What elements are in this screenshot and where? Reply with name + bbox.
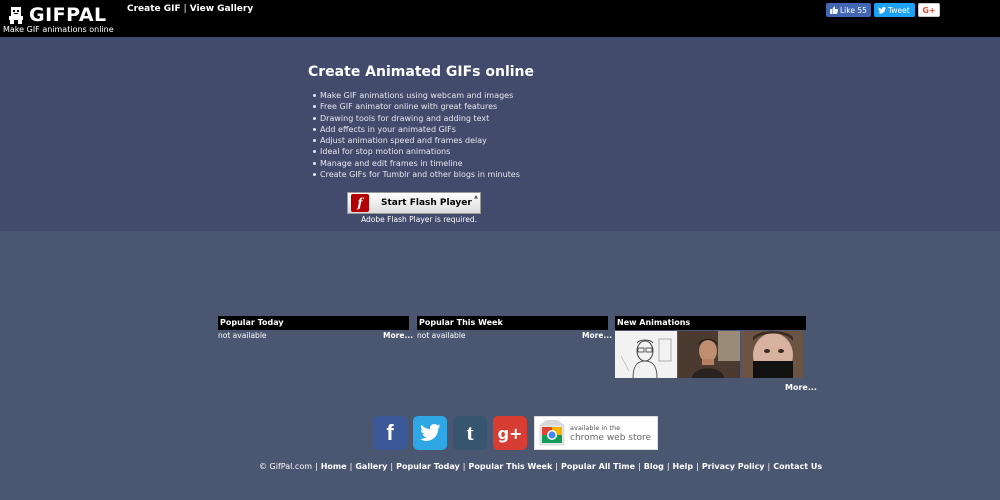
chrome-web-store-icon xyxy=(539,420,565,446)
webcam-photo-image xyxy=(678,331,740,378)
feature-item: Manage and edit frames in timeline xyxy=(313,158,520,169)
flash-corner-arrow-icon: ▲ xyxy=(474,194,478,200)
header-bar: GIFPAL Make GIF animations online Create… xyxy=(0,0,1000,37)
site-tagline: Make GIF animations online xyxy=(3,25,114,34)
chrome-store-text: available in the chrome web store xyxy=(570,423,651,443)
new-animations-panel: New Animations xyxy=(615,316,806,378)
chrome-store-line1: available in the xyxy=(570,424,621,432)
feature-item: Ideal for stop motion animations xyxy=(313,146,520,157)
feature-item: Create GIFs for Tumblr and other blogs i… xyxy=(313,169,520,180)
facebook-like-icon xyxy=(830,6,838,14)
footer-link-contact-us[interactable]: Contact Us xyxy=(773,462,822,471)
social-follow-icons: f t g+ available in the chrome web store xyxy=(373,416,658,450)
popular-today-panel: Popular Today not available More... xyxy=(218,316,413,342)
panel-title: New Animations xyxy=(615,316,806,330)
footer-link-help[interactable]: Help xyxy=(673,462,694,471)
sketch-portrait-image xyxy=(615,331,677,378)
panel-status: not available xyxy=(417,331,466,340)
like-label: Like 55 xyxy=(840,5,867,15)
hero-title: Create Animated GIFs online xyxy=(308,64,535,80)
footer-separator: | xyxy=(666,462,670,471)
feature-item: Make GIF animations using webcam and ima… xyxy=(313,90,520,101)
panel-title: Popular Today xyxy=(218,316,409,330)
feature-list: Make GIF animations using webcam and ima… xyxy=(313,90,520,180)
panel-body: not available More... xyxy=(218,330,413,342)
nav-separator: | xyxy=(183,4,187,14)
footer-separator: | xyxy=(462,462,466,471)
footer-separator: | xyxy=(390,462,394,471)
animation-thumbnail[interactable] xyxy=(741,331,803,378)
more-link[interactable]: More... xyxy=(582,330,612,342)
chrome-store-line2: chrome web store xyxy=(570,433,652,443)
hero-section: Create Animated GIFs online Make GIF ani… xyxy=(0,37,1000,231)
tweet-label: Tweet xyxy=(888,5,910,15)
social-share-buttons: Like 55 Tweet G+ xyxy=(826,3,940,17)
feature-item: Drawing tools for drawing and adding tex… xyxy=(313,113,520,124)
footer-link-popular-all-time[interactable]: Popular All Time xyxy=(561,462,635,471)
panel-status: not available xyxy=(218,331,267,340)
footer-separator: | xyxy=(767,462,771,471)
animation-thumbnails xyxy=(615,331,806,378)
gifpal-logo-icon xyxy=(9,7,23,24)
footer-link-privacy-policy[interactable]: Privacy Policy xyxy=(702,462,765,471)
logo-text: GIFPAL xyxy=(29,4,107,26)
tumblr-icon[interactable]: t xyxy=(453,416,487,450)
panel-title: Popular This Week xyxy=(417,316,608,330)
footer-separator: | xyxy=(696,462,699,471)
tweet-button[interactable]: Tweet xyxy=(874,3,915,17)
facebook-icon[interactable]: f xyxy=(373,416,407,450)
footer-link-blog[interactable]: Blog xyxy=(644,462,664,471)
nav-view-gallery[interactable]: View Gallery xyxy=(190,4,253,14)
nav-create-gif[interactable]: Create GIF xyxy=(127,4,181,14)
feature-item: Adjust animation speed and frames delay xyxy=(313,135,520,146)
more-link[interactable]: More... xyxy=(383,330,413,342)
flash-player-icon: f xyxy=(351,194,369,212)
footer-separator: | xyxy=(638,462,641,471)
flash-requirement-note: Adobe Flash Player is required. xyxy=(361,215,478,224)
footer-link-popular-today[interactable]: Popular Today xyxy=(396,462,460,471)
top-navigation: Create GIF | View Gallery xyxy=(127,4,253,14)
panel-body: not available More... xyxy=(417,330,612,342)
footer-link-home[interactable]: Home xyxy=(321,462,347,471)
chrome-web-store-badge[interactable]: available in the chrome web store xyxy=(534,416,658,450)
footer-link-gallery[interactable]: Gallery xyxy=(355,462,387,471)
animation-thumbnail[interactable] xyxy=(615,331,677,378)
site-logo[interactable]: GIFPAL xyxy=(6,4,107,26)
popular-this-week-panel: Popular This Week not available More... xyxy=(417,316,612,342)
facebook-like-button[interactable]: Like 55 xyxy=(826,3,871,17)
footer-separator: | xyxy=(315,462,318,471)
start-flash-player-button[interactable]: f Start Flash Player ▲ xyxy=(347,192,481,214)
animation-thumbnail[interactable] xyxy=(678,331,740,378)
twitter-icon[interactable] xyxy=(413,416,447,450)
google-plus-icon: G+ xyxy=(922,5,936,15)
copyright: © GifPal.com xyxy=(259,462,312,471)
webcam-photo-image xyxy=(741,331,803,378)
google-plus-big-icon[interactable]: g+ xyxy=(493,416,527,450)
footer: © GifPal.com | Home | Gallery | Popular Today |… xyxy=(259,462,822,471)
more-new-animations-link[interactable]: More... xyxy=(785,383,817,392)
footer-separator: | xyxy=(555,462,558,471)
flash-button-label: Start Flash Player xyxy=(381,198,472,208)
footer-link-popular-this-week[interactable]: Popular This Week xyxy=(468,462,552,471)
twitter-bird-icon xyxy=(878,6,886,14)
feature-item: Free GIF animator online with great feat… xyxy=(313,101,520,112)
feature-item: Add effects in your animated GIFs xyxy=(313,124,520,135)
google-plus-button[interactable]: G+ xyxy=(918,3,940,17)
footer-separator: | xyxy=(349,462,353,471)
